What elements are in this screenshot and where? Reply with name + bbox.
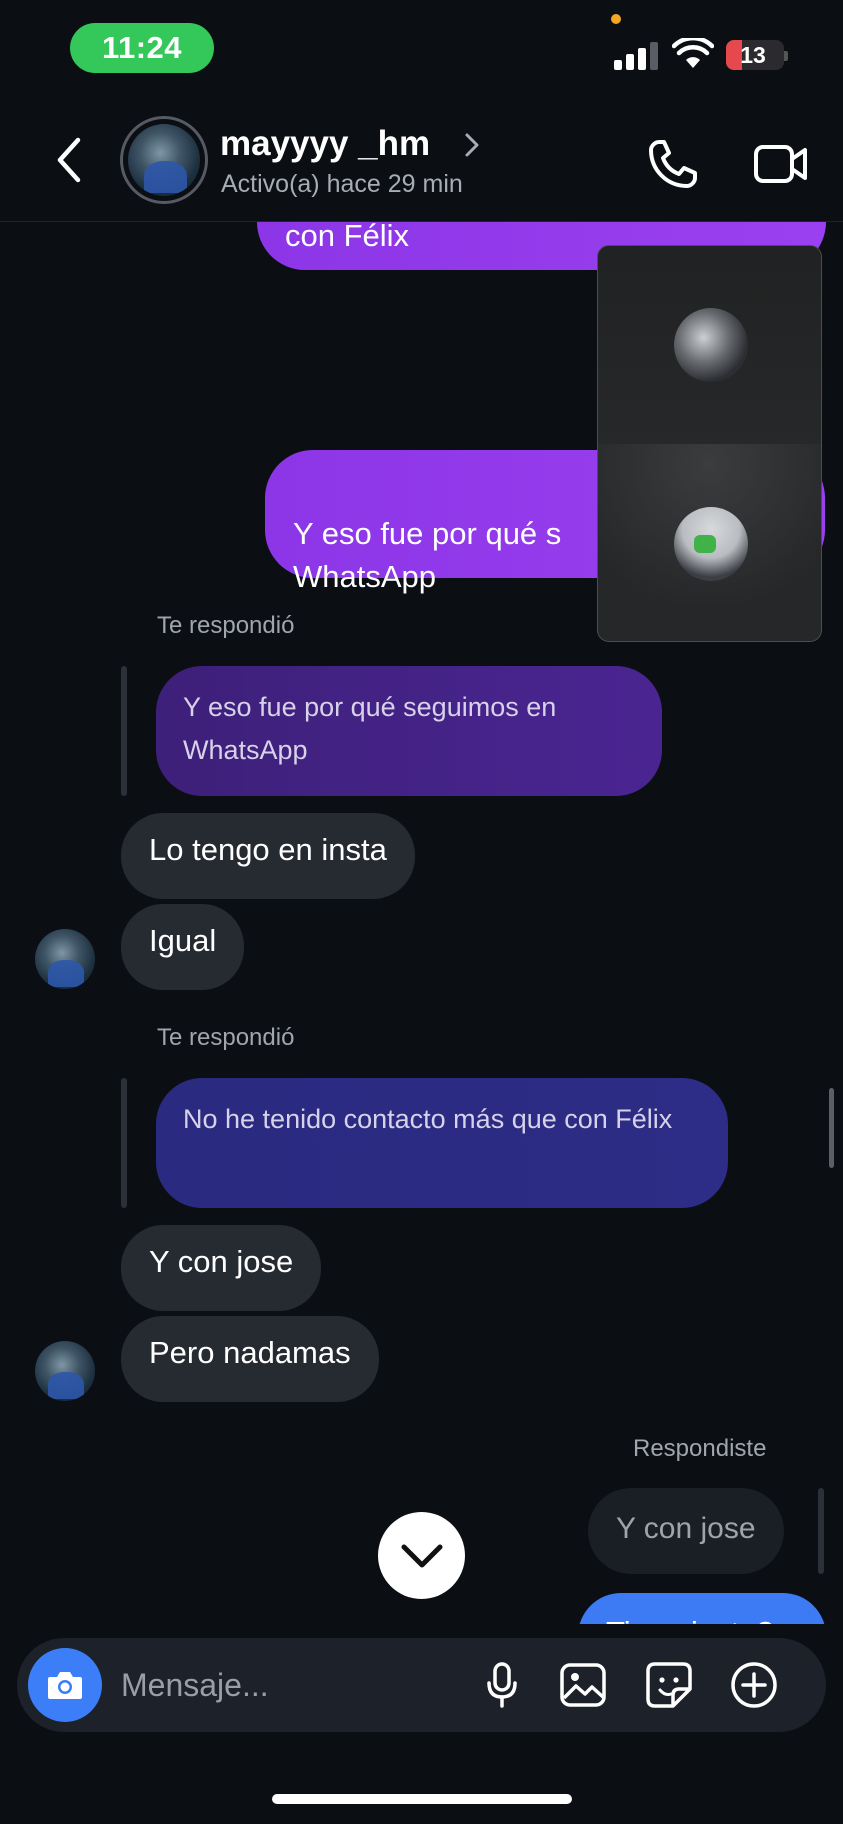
scrollbar[interactable] [829, 1088, 834, 1168]
phone-icon[interactable] [645, 136, 701, 192]
chat-header: mayyyy _hm Activo(a) hace 29 min [0, 100, 843, 222]
sticker-button[interactable] [642, 1658, 696, 1712]
chevron-right-icon[interactable] [462, 130, 482, 160]
video-call-preview[interactable] [597, 245, 822, 642]
message-composer [17, 1638, 826, 1732]
gallery-icon [560, 1663, 606, 1707]
home-indicator[interactable] [272, 1794, 572, 1804]
message-incoming[interactable]: Igual [121, 904, 245, 990]
status-time: 11:24 [70, 23, 214, 73]
reply-bar [121, 1078, 127, 1208]
more-options-button[interactable] [727, 1658, 781, 1712]
microphone-button[interactable] [475, 1658, 529, 1712]
message-incoming[interactable]: Y con jose [121, 1225, 322, 1311]
participant-avatar [674, 506, 748, 581]
microphone-icon [487, 1662, 517, 1708]
reply-label: Te respondió [157, 612, 295, 639]
message-incoming[interactable]: Lo tengo en insta [121, 813, 415, 899]
status-bar: 11:24 13 [0, 0, 843, 100]
sticker-icon [646, 1662, 692, 1708]
message-incoming[interactable]: Pero nadamas [121, 1316, 379, 1402]
battery-icon: 13 [726, 40, 784, 70]
battery-level: 13 [740, 42, 766, 68]
reply-bar [121, 666, 127, 796]
sender-avatar[interactable] [35, 929, 95, 989]
quoted-message[interactable]: No he tenido contacto más que con Félix [156, 1078, 728, 1208]
plus-circle-icon [731, 1662, 777, 1708]
camera-button[interactable] [28, 1648, 102, 1722]
privacy-indicator-dot [611, 14, 621, 24]
call-participant-tile [598, 443, 821, 641]
contact-avatar[interactable] [120, 116, 208, 204]
quoted-message[interactable]: Y con jose [588, 1488, 784, 1574]
reply-label: Respondiste [633, 1435, 767, 1462]
active-status: Activo(a) hace 29 min [221, 170, 463, 198]
wifi-icon [672, 38, 714, 68]
scroll-to-bottom-button[interactable] [378, 1512, 465, 1599]
back-button[interactable] [44, 130, 94, 190]
back-icon [57, 137, 81, 183]
call-participant-tile [598, 246, 821, 444]
quoted-message[interactable]: Y eso fue por qué seguimos en WhatsApp [156, 666, 662, 796]
contact-username[interactable]: mayyyy _hm [220, 124, 430, 164]
message-input[interactable] [121, 1662, 451, 1708]
sender-avatar[interactable] [35, 1341, 95, 1401]
video-camera-icon[interactable] [752, 136, 810, 192]
participant-avatar [674, 308, 748, 382]
reply-label: Te respondió [157, 1024, 295, 1051]
camera-icon [48, 1672, 82, 1699]
reply-bar [818, 1488, 824, 1574]
chevron-down-icon [401, 1544, 442, 1567]
gallery-button[interactable] [556, 1658, 610, 1712]
message-outgoing[interactable]: Tiene insta? [578, 1593, 826, 1624]
cellular-signal-icon [614, 40, 658, 70]
